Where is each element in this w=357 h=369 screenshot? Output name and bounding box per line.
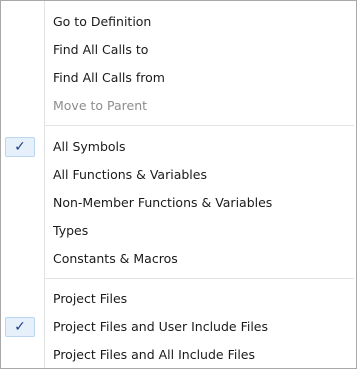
menu-item-label: Project Files: [53, 291, 128, 306]
menu-item-project-files[interactable]: Project Files: [1, 288, 356, 310]
menu-item-all-symbols[interactable]: ✓ All Symbols: [1, 136, 356, 158]
menu-item-label: Types: [53, 223, 89, 238]
menu-item-label: Non-Member Functions & Variables: [53, 195, 273, 210]
menu-item-label: Project Files and All Include Files: [53, 347, 256, 362]
checkmark-icon: ✓: [5, 137, 35, 157]
menu-item-label: Go to Definition: [53, 14, 152, 29]
menu-item-label: Find All Calls to: [53, 42, 149, 57]
menu-item-constants-macros[interactable]: Constants & Macros: [1, 248, 356, 270]
menu-item-label: Move to Parent: [53, 98, 148, 113]
menu-item-move-to-parent: Move to Parent: [1, 95, 356, 117]
menu-item-types[interactable]: Types: [1, 220, 356, 242]
menu-item-label: All Symbols: [53, 139, 126, 154]
menu-item-label: Constants & Macros: [53, 251, 178, 266]
menu-item-label: Project Files and User Include Files: [53, 319, 269, 334]
menu-separator: [45, 125, 354, 126]
context-menu: Go to Definition Find All Calls to Find …: [0, 0, 357, 369]
menu-item-non-member-functions-variables[interactable]: Non-Member Functions & Variables: [1, 192, 356, 214]
checkmark-icon: ✓: [5, 317, 35, 337]
menu-item-label: All Functions & Variables: [53, 167, 207, 182]
menu-item-find-all-calls-from[interactable]: Find All Calls from: [1, 67, 356, 89]
menu-item-project-files-all-include[interactable]: Project Files and All Include Files: [1, 344, 356, 366]
menu-item-label: Find All Calls from: [53, 70, 165, 85]
menu-item-all-functions-variables[interactable]: All Functions & Variables: [1, 164, 356, 186]
menu-item-go-to-definition[interactable]: Go to Definition: [1, 11, 356, 33]
menu-separator: [45, 278, 354, 279]
menu-item-find-all-calls-to[interactable]: Find All Calls to: [1, 39, 356, 61]
menu-item-project-files-user-include[interactable]: ✓ Project Files and User Include Files: [1, 316, 356, 338]
